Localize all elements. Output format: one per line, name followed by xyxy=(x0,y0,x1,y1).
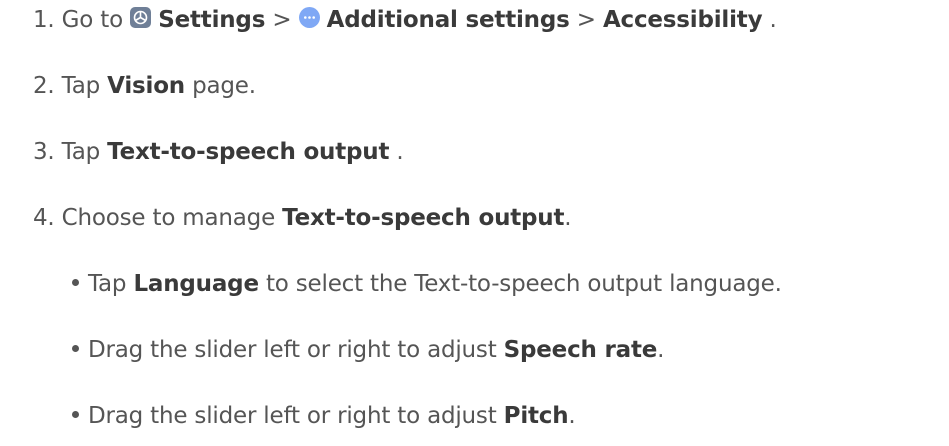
speech-rate-label: Speech rate xyxy=(503,337,658,363)
vision-label: Vision xyxy=(107,73,185,99)
step-text: Tap xyxy=(61,73,101,99)
step-text: page. xyxy=(192,73,256,99)
step-number: 1. xyxy=(33,7,55,33)
bullet-text: Drag the slider left or right to adjust xyxy=(88,403,497,429)
bullet-item: Tap Language to select the Text-to-speec… xyxy=(72,269,782,299)
step-2: 2. Tap Vision page. xyxy=(33,71,256,101)
step-4: 4. Choose to manage Text-to-speech outpu… xyxy=(33,203,572,233)
bullet-text: Tap xyxy=(88,271,127,297)
accessibility-label: Accessibility xyxy=(602,7,763,33)
step-end: . xyxy=(769,7,777,33)
step-text: Go to xyxy=(61,7,123,33)
more-dots-icon xyxy=(298,7,320,28)
tts-label: Text-to-speech output xyxy=(282,205,565,231)
step-end: . xyxy=(396,139,404,165)
bullet-dot-icon xyxy=(72,279,79,286)
bullet-dot-icon xyxy=(72,345,79,352)
step-3: 3. Tap Text-to-speech output . xyxy=(33,137,404,167)
step-text: Choose to manage xyxy=(61,205,276,231)
bullet-end: . xyxy=(657,337,665,363)
bullet-dot-icon xyxy=(72,411,79,418)
additional-settings-label: Additional settings xyxy=(326,7,570,33)
bullet-item: Drag the slider left or right to adjust … xyxy=(72,335,664,365)
pitch-label: Pitch xyxy=(503,403,569,429)
separator: > xyxy=(272,7,292,33)
tts-label: Text-to-speech output xyxy=(107,139,390,165)
step-1: 1. Go to Settings > Additional settings … xyxy=(33,5,777,35)
bullet-text: Drag the slider left or right to adjust xyxy=(88,337,497,363)
settings-app-icon xyxy=(130,7,152,28)
step-number: 2. xyxy=(33,73,55,99)
step-end: . xyxy=(564,205,572,231)
language-label: Language xyxy=(133,271,259,297)
settings-label: Settings xyxy=(158,7,266,33)
bullet-text: to select the Text-to-speech output lang… xyxy=(265,271,782,297)
step-number: 3. xyxy=(33,139,55,165)
step-number: 4. xyxy=(33,205,55,231)
step-text: Tap xyxy=(61,139,101,165)
separator: > xyxy=(576,7,596,33)
bullet-end: . xyxy=(568,403,576,429)
bullet-item: Drag the slider left or right to adjust … xyxy=(72,401,576,431)
